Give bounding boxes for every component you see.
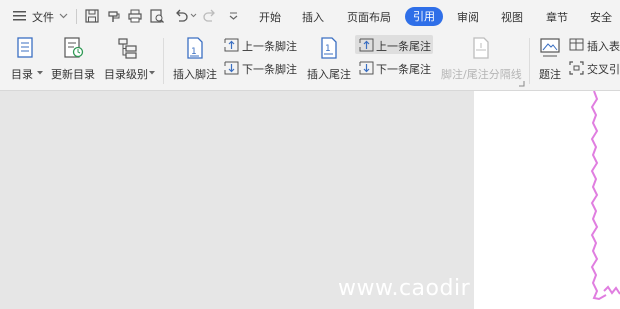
separator-icon bbox=[473, 37, 489, 59]
tab-review[interactable]: 审阅 bbox=[457, 9, 479, 25]
page-border-decoration bbox=[590, 91, 620, 301]
prev-footnote-icon bbox=[224, 38, 239, 52]
next-endnote-label: 下一条尾注 bbox=[376, 63, 431, 76]
insert-table-icon bbox=[569, 38, 584, 51]
insert-endnote-label: 插入尾注 bbox=[307, 68, 351, 81]
chevron-down-icon[interactable] bbox=[59, 13, 68, 19]
divider bbox=[529, 38, 530, 84]
caption-label: 题注 bbox=[539, 68, 561, 81]
svg-text:1: 1 bbox=[325, 44, 331, 54]
insert-endnote-icon: 1 bbox=[321, 37, 337, 59]
print-icon[interactable] bbox=[128, 9, 142, 23]
toc-level-button[interactable]: 目录级别 bbox=[103, 35, 155, 85]
tab-security[interactable]: 安全 bbox=[590, 9, 612, 25]
divider bbox=[76, 9, 77, 24]
tab-view[interactable]: 视图 bbox=[501, 9, 523, 25]
insert-endnote-button[interactable]: 1 插入尾注 bbox=[306, 35, 352, 85]
next-footnote-icon bbox=[224, 61, 239, 75]
insert-table-caption-button[interactable]: 插入表 bbox=[569, 37, 620, 55]
update-toc-label: 更新目录 bbox=[51, 68, 95, 81]
print-preview-icon[interactable] bbox=[150, 9, 164, 23]
redo-icon[interactable] bbox=[203, 9, 217, 23]
insert-footnote-icon: 1 bbox=[187, 37, 203, 59]
cross-reference-icon bbox=[569, 61, 584, 75]
watermark-text: www.caodir bbox=[338, 276, 471, 301]
prev-endnote-label: 上一条尾注 bbox=[376, 40, 431, 53]
toc-label: 目录 bbox=[11, 68, 33, 81]
document-page[interactable] bbox=[474, 91, 620, 309]
prev-footnote-button[interactable]: 上一条脚注 bbox=[224, 37, 300, 55]
caption-button[interactable]: 题注 bbox=[537, 35, 565, 85]
undo-dropdown-icon[interactable] bbox=[190, 13, 197, 18]
toc-level-icon bbox=[118, 38, 137, 59]
update-toc-button[interactable]: 更新目录 bbox=[50, 35, 96, 85]
dialog-launcher-icon[interactable] bbox=[518, 80, 525, 87]
insert-footnote-button[interactable]: 1 插入脚注 bbox=[172, 35, 218, 85]
cross-reference-label: 交叉引 bbox=[587, 63, 620, 76]
next-endnote-button[interactable]: 下一条尾注 bbox=[359, 60, 435, 78]
chevron-down-icon bbox=[37, 71, 43, 75]
caption-icon bbox=[540, 38, 560, 57]
save-icon[interactable] bbox=[85, 9, 99, 23]
toc-button[interactable]: 目录 bbox=[9, 35, 45, 85]
tab-page-layout[interactable]: 页面布局 bbox=[347, 9, 391, 25]
undo-icon[interactable] bbox=[174, 9, 188, 23]
menu-bar: 文件 开始 插入 页面布局 引用 审阅 视图 章节 安全 bbox=[0, 0, 620, 32]
tab-home[interactable]: 开始 bbox=[259, 9, 281, 25]
next-endnote-icon bbox=[359, 61, 374, 75]
hamburger-menu-icon[interactable] bbox=[13, 10, 27, 22]
prev-footnote-label: 上一条脚注 bbox=[242, 40, 297, 53]
footnote-separator-button[interactable]: 脚注/尾注分隔线 bbox=[440, 35, 522, 85]
cross-reference-button[interactable]: 交叉引 bbox=[569, 60, 620, 78]
tab-insert[interactable]: 插入 bbox=[302, 9, 324, 25]
chevron-down-icon bbox=[149, 71, 155, 75]
footnote-separator-label: 脚注/尾注分隔线 bbox=[441, 68, 522, 81]
insert-footnote-label: 插入脚注 bbox=[173, 68, 217, 81]
next-footnote-label: 下一条脚注 bbox=[242, 63, 297, 76]
toc-level-label: 目录级别 bbox=[104, 68, 148, 81]
prev-endnote-button[interactable]: 上一条尾注 bbox=[355, 35, 433, 54]
divider bbox=[163, 38, 164, 84]
update-toc-icon bbox=[64, 37, 84, 58]
toc-icon bbox=[17, 37, 33, 58]
file-menu[interactable]: 文件 bbox=[32, 9, 54, 25]
next-footnote-button[interactable]: 下一条脚注 bbox=[224, 60, 300, 78]
tab-references[interactable]: 引用 bbox=[405, 7, 443, 26]
ribbon: 目录 更新目录 目录级别 1 插入脚注 上一条脚注 下一条脚注 1 插入尾注 上… bbox=[0, 32, 620, 91]
customize-toolbar-icon[interactable] bbox=[229, 12, 238, 20]
tab-chapter[interactable]: 章节 bbox=[546, 9, 568, 25]
insert-table-caption-label: 插入表 bbox=[587, 40, 620, 53]
format-painter-icon[interactable] bbox=[107, 9, 121, 23]
prev-endnote-icon bbox=[359, 38, 374, 52]
